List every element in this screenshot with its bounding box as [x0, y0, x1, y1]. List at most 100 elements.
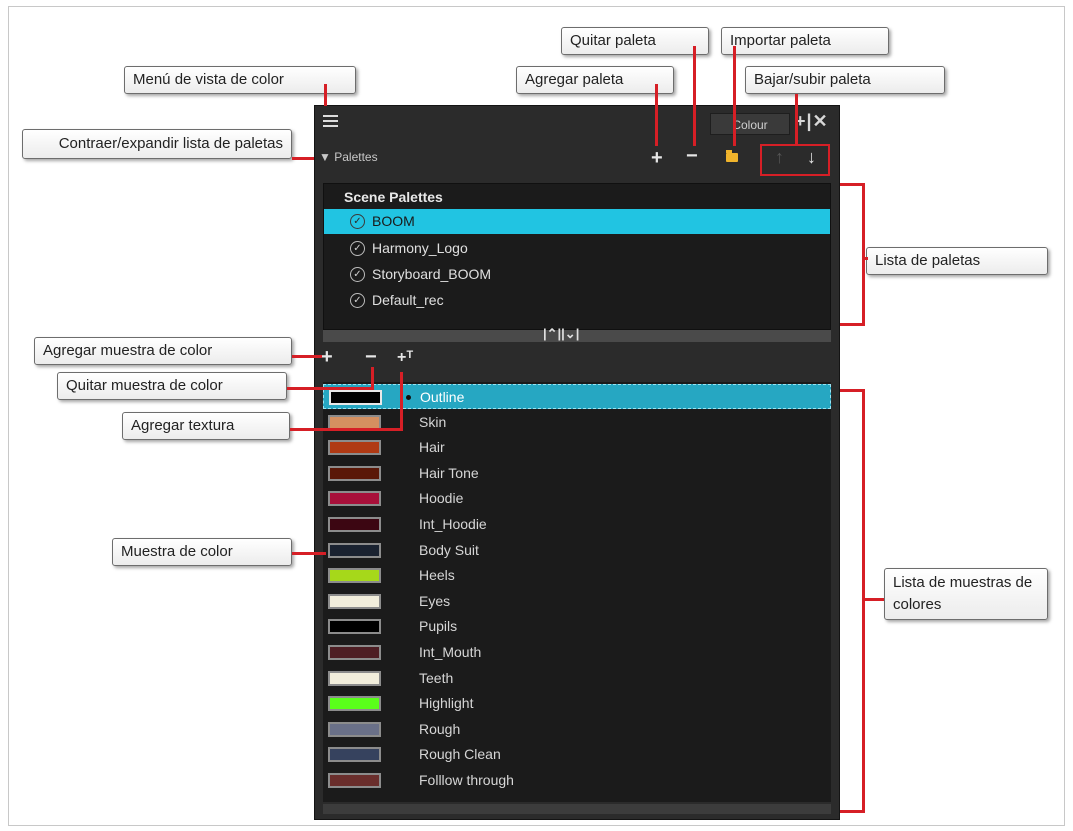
leader-move-palette: [795, 94, 798, 144]
leader-swatch-list-bottom: [840, 810, 864, 813]
color-swatch-chip[interactable]: [328, 645, 381, 660]
swatch-name: Outline: [420, 389, 465, 405]
add-swatch-button[interactable]: +: [321, 346, 333, 369]
callout-menu: Menú de vista de color: [124, 66, 356, 94]
swatch-name: Eyes: [419, 592, 451, 609]
color-swatch-chip[interactable]: [328, 542, 381, 558]
move-palette-box: [760, 144, 830, 176]
leader-add-texture-h: [290, 428, 402, 431]
callout-add-swatch: Agregar muestra de color: [34, 337, 292, 365]
palette-item[interactable]: ✓ Storyboard_BOOM: [324, 262, 830, 287]
swatch-name: Pupils: [419, 618, 458, 635]
callout-swatch-list: Lista de muestras de colores: [884, 568, 1048, 620]
callout-import-palette: Importar paleta: [721, 27, 889, 55]
swatch-name: Int_Mouth: [419, 644, 482, 660]
swatch-name: Hair: [419, 439, 445, 456]
leader-swatch-list-top: [840, 389, 864, 392]
callout-palette-list: Lista de paletas: [866, 247, 1048, 275]
leader-swatch-list-arm: [862, 598, 884, 601]
color-swatch-chip[interactable]: [328, 721, 381, 737]
callout-remove-swatch: Quitar muestra de color: [57, 372, 287, 400]
swatch-name: Skin: [419, 413, 447, 430]
add-palette-button[interactable]: +: [651, 148, 663, 168]
swatch-row[interactable]: Body Suit: [323, 538, 831, 563]
color-swatch-chip[interactable]: [328, 440, 381, 456]
swatch-row[interactable]: Heels: [323, 563, 831, 588]
splitter-arrows-icon: |⌃||⌄|: [543, 326, 580, 341]
check-icon: ✓: [350, 267, 365, 282]
colour-view-panel: Colour +|✕ ▼ Palettes + − ↑ ↓ Scene Pale…: [314, 105, 840, 820]
leader-add-texture-v: [400, 372, 403, 431]
swatch-name: Rough Clean: [419, 746, 501, 763]
color-swatch-chip[interactable]: [328, 465, 381, 481]
leader-palette-list-arm: [862, 257, 868, 260]
check-icon: ✓: [350, 293, 365, 308]
menu-icon[interactable]: [323, 112, 338, 130]
callout-swatch: Muestra de color: [112, 538, 292, 566]
swatch-name: Body Suit: [419, 541, 479, 558]
leader-collapse: [292, 157, 314, 160]
swatch-name: Rough: [419, 720, 461, 737]
add-view-close-icon[interactable]: +|✕: [795, 111, 829, 132]
swatch-row[interactable]: Teeth: [323, 666, 831, 691]
leader-palette-list-bottom: [840, 323, 864, 326]
swatch-row[interactable]: Pupils: [323, 614, 831, 639]
callout-move-palette: Bajar/subir paleta: [745, 66, 945, 94]
swatch-row[interactable]: Folllow through: [323, 768, 831, 793]
swatch-row[interactable]: Eyes: [323, 589, 831, 614]
swatch-row[interactable]: Rough: [323, 717, 831, 742]
swatch-row[interactable]: Highlight: [323, 691, 831, 716]
color-swatch-chip[interactable]: [328, 568, 381, 584]
move-palette-down-button[interactable]: ↓: [807, 147, 816, 168]
swatch-row[interactable]: Rough Clean: [323, 742, 831, 767]
leader-add-palette: [655, 84, 658, 146]
color-swatch-chip[interactable]: [328, 747, 381, 763]
swatch-name: Int_Hoodie: [419, 516, 487, 532]
leader-remove-swatch-v: [371, 367, 374, 390]
color-swatch-chip[interactable]: [328, 773, 381, 788]
color-swatch-chip[interactable]: [328, 619, 381, 635]
leader-palette-list-bracket: [862, 183, 865, 326]
color-swatch-chip[interactable]: [328, 593, 381, 609]
color-swatch-chip[interactable]: [328, 517, 381, 532]
swatch-list: Outline Skin Hair Hair Tone Hoodie Int_Hoodie…: [323, 382, 831, 802]
swatch-name: Hair Tone: [419, 464, 479, 481]
swatch-name: Hoodie: [419, 490, 464, 507]
swatch-name: Teeth: [419, 669, 454, 686]
palette-item[interactable]: ✓ BOOM: [324, 209, 830, 234]
palettes-toggle[interactable]: ▼ Palettes: [319, 150, 378, 164]
color-swatch-chip[interactable]: [328, 670, 381, 686]
check-icon: ✓: [350, 214, 365, 229]
remove-swatch-button[interactable]: −: [365, 346, 377, 369]
palette-item[interactable]: ✓ Harmony_Logo: [324, 236, 830, 261]
list-splitter[interactable]: |⌃||⌄|: [323, 326, 831, 342]
callout-collapse: Contraer/expandir lista de paletas: [22, 129, 292, 159]
leader-remove-swatch-h: [287, 387, 373, 390]
add-texture-button[interactable]: +ᵀ: [397, 349, 413, 367]
leader-swatch-list-bracket: [862, 389, 865, 813]
leader-palette-list-top: [840, 183, 864, 186]
move-palette-up-button[interactable]: ↑: [775, 147, 784, 168]
palette-list: Scene Palettes ✓ BOOM ✓ Harmony_Logo ✓ S…: [323, 183, 831, 330]
callout-add-palette: Agregar paleta: [516, 66, 674, 94]
palette-item[interactable]: ✓ Default_rec: [324, 288, 830, 313]
leader-add-swatch: [292, 355, 322, 358]
section-title: Scene Palettes: [344, 189, 443, 205]
swatch-row[interactable]: Hoodie: [323, 486, 831, 511]
swatch-name: Highlight: [419, 695, 474, 712]
color-swatch-chip[interactable]: [328, 696, 381, 712]
swatch-row[interactable]: Hair: [323, 435, 831, 460]
selected-dot-icon: [406, 395, 411, 400]
remove-palette-button[interactable]: −: [686, 146, 698, 166]
color-swatch-chip[interactable]: [328, 491, 381, 507]
leader-import-palette: [733, 46, 736, 146]
import-palette-icon[interactable]: [726, 150, 738, 162]
scrollbar[interactable]: [323, 804, 831, 814]
color-swatch-chip[interactable]: [329, 390, 382, 405]
swatch-row[interactable]: Hair Tone: [323, 461, 831, 486]
palettes-header-label: Palettes: [334, 150, 378, 164]
swatch-row[interactable]: Int_Hoodie: [323, 512, 831, 537]
tab-colour[interactable]: Colour: [710, 113, 790, 135]
leader-swatch: [292, 552, 326, 555]
swatch-row[interactable]: Int_Mouth: [323, 640, 831, 665]
